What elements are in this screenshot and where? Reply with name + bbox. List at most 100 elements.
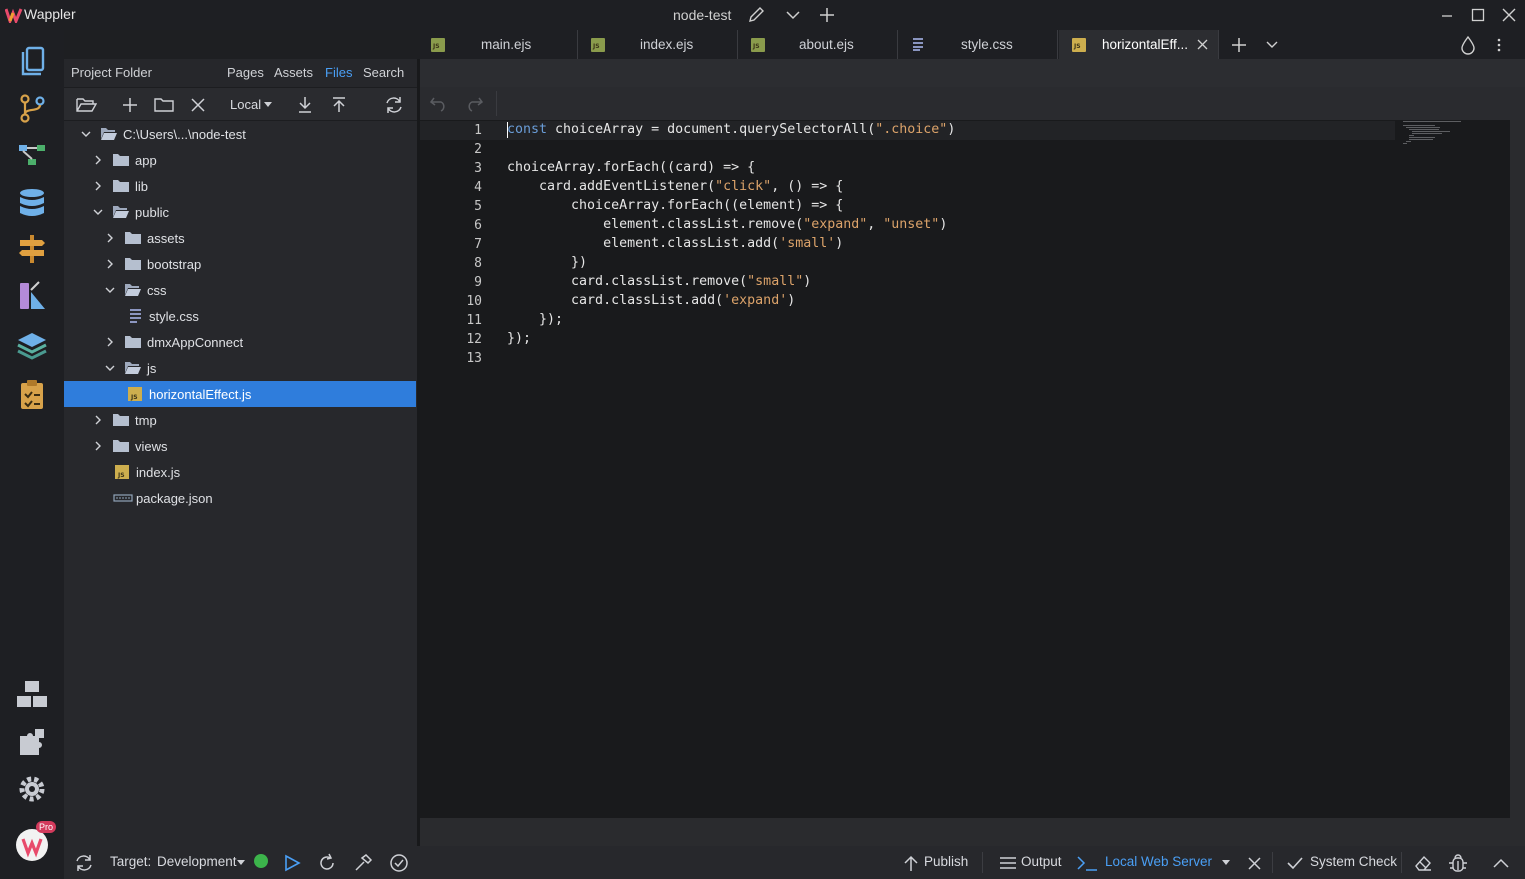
code-line[interactable]: card.addEventListener("click", () => { [507,179,843,194]
minimap[interactable] [1400,120,1470,150]
output-list-icon[interactable] [997,852,1019,874]
tab-main-ejs[interactable]: main.ejs [420,30,578,59]
eraser-icon[interactable] [1412,852,1434,874]
tab-list-dropdown-icon[interactable] [1265,39,1279,51]
panel-tab-search[interactable]: Search [363,65,404,80]
check-circle-icon[interactable] [388,852,410,874]
chevron-down-icon[interactable] [80,128,92,140]
new-tab-icon[interactable] [1231,37,1247,53]
chevron-right-icon[interactable] [104,258,116,270]
tree-row[interactable]: views [64,433,416,459]
design-tools-icon[interactable] [14,278,50,314]
chevron-right-icon[interactable] [92,440,104,452]
tree-row[interactable]: css [64,277,416,303]
download-icon[interactable] [293,94,317,116]
more-options-icon[interactable] [1496,37,1502,53]
chevron-right-icon[interactable] [92,414,104,426]
tree-row[interactable]: app [64,147,416,173]
target-value[interactable]: Development [157,854,237,869]
code-line[interactable]: element.classList.remove("expand", "unse… [507,217,947,232]
build-hammer-icon[interactable] [352,852,374,874]
components-icon[interactable] [14,677,50,713]
tree-row[interactable]: style.css [64,303,416,329]
project-dropdown-icon[interactable] [785,8,801,22]
database-icon[interactable] [14,185,50,221]
code-line[interactable]: choiceArray.forEach((element) => { [507,198,843,213]
wappler-pro-account-icon[interactable]: Pro [12,821,57,863]
maximize-icon[interactable] [1470,8,1486,22]
upload-icon[interactable] [327,94,351,116]
tab-index-ejs[interactable]: index.ejs [578,30,738,59]
new-project-icon[interactable] [819,7,835,23]
redo-icon[interactable] [464,94,484,112]
editor-horizontal-scrollbar[interactable] [420,818,1525,846]
layers-icon[interactable] [14,328,50,364]
close-window-icon[interactable] [1501,8,1517,22]
open-folder-icon[interactable] [74,94,98,116]
delete-icon[interactable] [186,94,210,116]
code-line[interactable]: choiceArray.forEach((card) => { [507,160,755,175]
chevron-down-icon[interactable] [92,206,104,218]
panel-tab-assets[interactable]: Assets [274,65,313,80]
code-line[interactable]: element.classList.add('small') [507,236,843,251]
undo-icon[interactable] [429,94,449,112]
new-folder-icon[interactable] [152,94,176,116]
target-dropdown-icon[interactable] [237,860,245,865]
code-line[interactable]: const choiceArray = document.querySelect… [507,122,955,137]
refresh-icon[interactable] [382,94,406,116]
tree-row[interactable]: js [64,355,416,381]
code-line[interactable]: }) [507,255,587,270]
project-title[interactable]: node-test [673,7,731,23]
tree-row[interactable]: assets [64,225,416,251]
code-line[interactable]: }); [507,312,563,327]
publish-icon[interactable] [900,852,922,874]
tree-row[interactable]: public [64,199,416,225]
workflow-icon[interactable] [14,137,50,173]
settings-gear-icon[interactable] [14,771,50,807]
tab-style-css[interactable]: style.css [898,30,1058,59]
terminal-icon[interactable] [1076,852,1098,874]
theme-drop-icon[interactable] [1460,35,1476,55]
publish-button[interactable]: Publish [924,854,968,869]
chevron-right-icon[interactable] [104,232,116,244]
chevron-right-icon[interactable] [92,154,104,166]
routing-signpost-icon[interactable] [14,231,50,267]
restart-icon[interactable] [316,852,338,874]
chevron-down-icon[interactable] [104,362,116,374]
terminal-dropdown-icon[interactable] [1222,860,1230,865]
run-play-icon[interactable] [281,852,303,874]
tree-row[interactable]: lib [64,173,416,199]
tree-row[interactable]: tmp [64,407,416,433]
extensions-puzzle-icon[interactable] [14,724,50,760]
tab-about-ejs[interactable]: about.ejs [738,30,898,59]
chevron-right-icon[interactable] [92,180,104,192]
tree-row[interactable]: package.json [64,485,416,511]
system-check-button[interactable]: System Check [1310,854,1397,869]
panel-tab-files[interactable]: Files [325,65,352,80]
tree-row[interactable]: C:\Users\...\node-test [64,121,416,147]
tasks-clipboard-icon[interactable] [14,376,50,412]
tree-row[interactable]: JS index.js [64,459,416,485]
tree-row[interactable]: bootstrap [64,251,416,277]
sync-icon[interactable] [73,852,95,874]
close-terminal-icon[interactable] [1243,852,1265,874]
local-web-server-tab[interactable]: Local Web Server [1105,854,1212,869]
edit-project-icon[interactable] [747,6,767,24]
chevron-right-icon[interactable] [104,336,116,348]
git-branch-icon[interactable] [14,90,50,126]
code-line[interactable]: card.classList.add('expand') [507,293,795,308]
output-button[interactable]: Output [1021,854,1062,869]
debug-bug-icon[interactable] [1447,852,1469,874]
new-file-icon[interactable] [118,94,142,116]
editor-vertical-scrollbar[interactable] [1510,120,1525,818]
tree-row[interactable]: dmxAppConnect [64,329,416,355]
code-line[interactable]: }); [507,331,531,346]
chevron-down-icon[interactable] [104,284,116,296]
expand-panel-icon[interactable] [1490,852,1512,874]
tree-row[interactable]: JS horizontalEffect.js [64,381,416,407]
close-tab-icon[interactable] [1197,39,1208,50]
tab-horizontal-effect-js[interactable]: horizontalEff... [1059,30,1219,59]
target-select[interactable]: Local [230,97,278,112]
code-line[interactable]: card.classList.remove("small") [507,274,811,289]
files-panel-icon[interactable] [14,44,50,80]
